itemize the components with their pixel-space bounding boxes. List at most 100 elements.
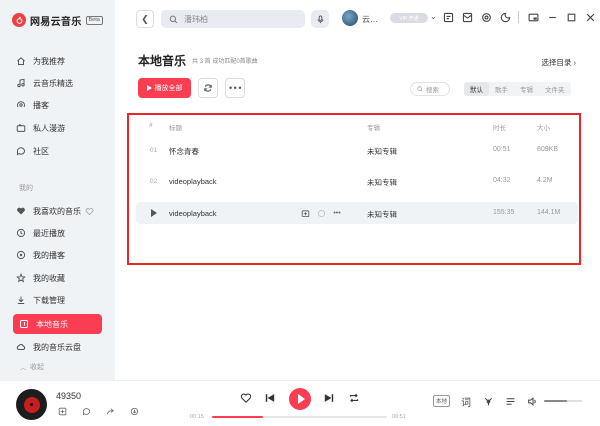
row-more-icon[interactable]: ••• bbox=[332, 208, 342, 218]
sidebar-item-local-music[interactable]: 本地音乐 bbox=[13, 314, 102, 334]
table-row-hovered[interactable]: videoplayback ••• 未知专辑 155:35 144.1M bbox=[136, 202, 578, 224]
song-title[interactable]: videoplayback bbox=[169, 177, 217, 186]
voice-search-button[interactable] bbox=[311, 10, 329, 28]
column-header-duration[interactable]: 时长 bbox=[493, 122, 506, 132]
sidebar-item-community[interactable]: 社区 bbox=[15, 141, 49, 161]
sidebar-item-downloads[interactable]: 下载管理 bbox=[15, 290, 65, 310]
sidebar-item-label: 社区 bbox=[33, 146, 49, 156]
star-icon bbox=[15, 272, 27, 284]
comment-icon[interactable] bbox=[81, 406, 91, 416]
file-size: 144.1M bbox=[537, 209, 561, 216]
sidebar-item-my-podcast[interactable]: 我的播客 bbox=[15, 245, 65, 265]
heart-icon bbox=[240, 393, 252, 403]
row-play-icon[interactable] bbox=[151, 209, 157, 217]
close-icon[interactable] bbox=[584, 11, 596, 23]
now-playing-title[interactable]: 49350 bbox=[56, 391, 81, 401]
album-name[interactable]: 未知专辑 bbox=[367, 177, 397, 188]
lyrics-button[interactable]: 词 bbox=[460, 395, 472, 409]
podcast-icon bbox=[15, 249, 27, 261]
chevron-down-icon[interactable]: ⌄ bbox=[430, 12, 437, 21]
column-header-title[interactable]: 标题 bbox=[169, 122, 182, 132]
select-directory-link[interactable]: 选择目录 › bbox=[541, 57, 576, 68]
quality-badge[interactable]: 本地 bbox=[433, 395, 451, 407]
sidebar-item-roaming[interactable]: 私人漫游 bbox=[15, 118, 65, 138]
mail-icon[interactable] bbox=[461, 11, 473, 23]
previous-button[interactable] bbox=[264, 392, 276, 404]
minimize-icon[interactable] bbox=[546, 11, 558, 23]
vip-badge[interactable]: VIP 开通 bbox=[390, 13, 428, 23]
next-button[interactable] bbox=[323, 392, 335, 404]
sort-tab-folder[interactable]: 文件夹 bbox=[539, 82, 571, 96]
cloud-icon bbox=[15, 341, 27, 353]
page-title: 本地音乐 bbox=[138, 54, 187, 68]
heart-icon bbox=[15, 205, 27, 217]
theme-icon[interactable] bbox=[499, 11, 511, 23]
table-row[interactable]: 02 videoplayback 未知专辑 04:32 4.2M bbox=[136, 170, 578, 192]
like-button[interactable] bbox=[240, 392, 252, 404]
progress-bar[interactable] bbox=[212, 416, 387, 418]
playlist-icon[interactable] bbox=[504, 395, 516, 407]
chevron-right-icon: › bbox=[573, 58, 577, 67]
table-row[interactable]: 01 怀念青春 未知专辑 00:51 809KB bbox=[136, 139, 578, 161]
download-icon bbox=[15, 294, 27, 306]
chat-icon bbox=[15, 145, 27, 157]
play-all-button[interactable]: 播放全部 bbox=[138, 78, 191, 98]
sidebar-item-collection[interactable]: 我的收藏 bbox=[15, 268, 65, 288]
settings-icon[interactable] bbox=[480, 11, 492, 23]
column-header-size[interactable]: 大小 bbox=[537, 122, 550, 132]
column-header-album[interactable]: 专辑 bbox=[367, 122, 380, 132]
add-to-playlist-icon[interactable] bbox=[300, 208, 310, 218]
disc-hole bbox=[30, 403, 33, 406]
sort-tab-album[interactable]: 专辑 bbox=[514, 82, 539, 96]
volume-slider[interactable] bbox=[544, 400, 583, 402]
sidebar-item-podcast[interactable]: 播客 bbox=[15, 95, 49, 115]
effects-icon[interactable] bbox=[482, 395, 494, 407]
sidebar-item-liked[interactable]: 我喜欢的音乐 bbox=[15, 201, 94, 221]
beta-badge: Beta bbox=[85, 15, 103, 25]
window-toolbar bbox=[442, 11, 600, 23]
album-name[interactable]: 未知专辑 bbox=[367, 209, 397, 220]
sidebar-item-label: 云音乐精选 bbox=[33, 78, 73, 88]
refresh-button[interactable] bbox=[198, 78, 218, 98]
album-disc[interactable] bbox=[16, 389, 47, 420]
brand[interactable]: 网易云音乐 Beta bbox=[12, 12, 103, 28]
search-input[interactable] bbox=[184, 14, 294, 24]
mini-player-icon[interactable] bbox=[527, 11, 539, 23]
sort-tab-default[interactable]: 默认 bbox=[464, 82, 489, 96]
avatar[interactable] bbox=[342, 10, 358, 26]
song-duration: 04:32 bbox=[493, 177, 511, 184]
select-directory-label: 选择目录 bbox=[541, 58, 572, 67]
song-duration: 155:35 bbox=[493, 209, 515, 216]
row-number: 01 bbox=[150, 147, 158, 154]
username[interactable]: 云… bbox=[362, 14, 378, 25]
repeat-button[interactable] bbox=[348, 392, 360, 404]
sidebar-item-recommend[interactable]: 为我推荐 bbox=[15, 51, 65, 71]
volume-icon[interactable] bbox=[526, 395, 538, 407]
collapse-button[interactable]: ︿ 收起 bbox=[20, 362, 44, 372]
sidebar-item-recent[interactable]: 最近播放 bbox=[15, 223, 65, 243]
add-icon[interactable] bbox=[57, 406, 67, 416]
sidebar-item-cloud-disk[interactable]: 我的音乐云盘 bbox=[15, 337, 81, 357]
like-circle-icon[interactable] bbox=[316, 208, 326, 218]
heart-mode-icon[interactable] bbox=[85, 207, 94, 216]
sidebar-item-featured[interactable]: 云音乐精选 bbox=[15, 73, 73, 93]
microphone-icon bbox=[317, 14, 323, 23]
ticket-icon[interactable] bbox=[442, 11, 454, 23]
row-number: 02 bbox=[150, 178, 158, 185]
global-search[interactable] bbox=[161, 10, 305, 28]
sort-tab-artist[interactable]: 歌手 bbox=[489, 82, 514, 96]
song-title[interactable]: videoplayback bbox=[169, 209, 217, 218]
maximize-icon[interactable] bbox=[565, 11, 577, 23]
chevron-up-icon: ︿ bbox=[20, 365, 27, 372]
sidebar: 网易云音乐 Beta 为我推荐 云音乐精选 播客 私人漫游 社区 我的 我喜欢的… bbox=[0, 0, 115, 380]
clock-icon bbox=[15, 227, 27, 239]
album-name[interactable]: 未知专辑 bbox=[367, 146, 397, 157]
local-search-input[interactable]: 搜索 bbox=[410, 82, 450, 96]
play-pause-button[interactable] bbox=[289, 388, 311, 410]
back-button[interactable]: ❮ bbox=[136, 10, 154, 28]
share-icon[interactable] bbox=[105, 406, 115, 416]
download-icon[interactable] bbox=[129, 406, 139, 416]
more-button[interactable]: • • • bbox=[225, 78, 245, 98]
song-title[interactable]: 怀念青春 bbox=[169, 146, 199, 157]
play-all-label: 播放全部 bbox=[154, 85, 183, 92]
